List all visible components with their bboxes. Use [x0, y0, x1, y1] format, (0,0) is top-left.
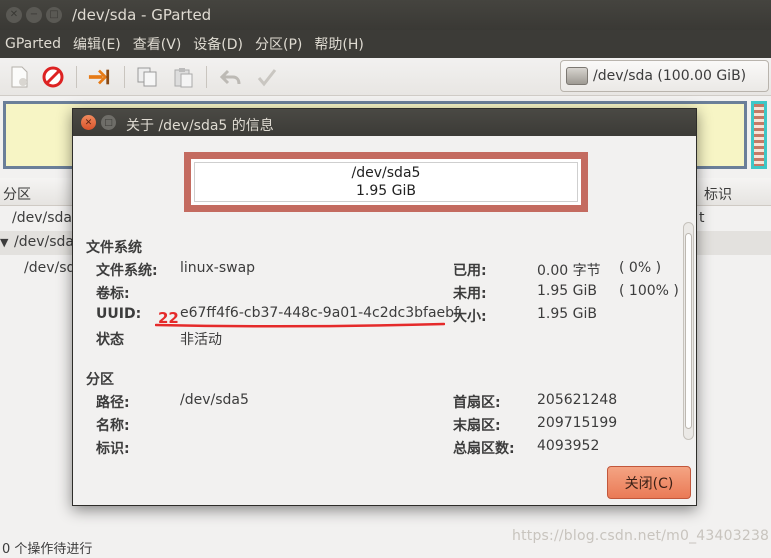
harddisk-icon [566, 67, 588, 85]
last-sector-value: 209715199 [537, 415, 618, 431]
unused-value: 1.95 GiB [537, 283, 597, 299]
dialog-close-icon[interactable]: ✕ [81, 115, 96, 130]
total-sectors-label: 总扇区数: [453, 441, 515, 457]
row-partition-name: /dev/sda [12, 210, 72, 226]
name-label: 名称: [96, 418, 130, 434]
undo-icon[interactable] [220, 66, 242, 88]
window-title: /dev/sda - GParted [72, 6, 212, 24]
path-value: /dev/sda5 [180, 392, 249, 408]
unused-label: 未用: [453, 286, 487, 302]
window-close-button[interactable]: ✕ [6, 7, 22, 23]
paste-icon[interactable] [172, 66, 194, 88]
menu-view[interactable]: 查看(V) [128, 34, 189, 54]
window-minimize-button[interactable]: − [26, 7, 42, 23]
scrollbar-thumb[interactable] [685, 233, 692, 429]
fs-label: 文件系统: [96, 263, 158, 279]
partition-info-dialog: ✕ □ 关于 /dev/sda5 的信息 /dev/sda5 1.95 GiB … [72, 108, 697, 506]
apply-icon[interactable] [256, 66, 278, 88]
partition-visual-name: /dev/sda5 [351, 165, 421, 181]
dialog-scrollbar[interactable] [683, 222, 694, 440]
used-label: 已用: [453, 263, 487, 279]
partition-visual: /dev/sda5 1.95 GiB [184, 152, 588, 212]
new-icon[interactable] [8, 66, 30, 88]
fs-value: linux-swap [180, 260, 256, 276]
state-value: 非活动 [180, 332, 222, 348]
flags-label: 标识: [96, 441, 130, 457]
dialog-maximize-icon[interactable]: □ [101, 115, 116, 130]
volume-label-label: 卷标: [96, 286, 130, 302]
partition-visual-size: 1.95 GiB [356, 183, 416, 199]
size-value: 1.95 GiB [537, 306, 597, 322]
dialog-title: 关于 /dev/sda5 的信息 [126, 118, 274, 134]
copy-icon[interactable] [136, 66, 158, 88]
uuid-value: e67ff4f6-cb37-448c-9a01-4c2dc3bfaebf [180, 305, 459, 321]
menubar: GParted 编辑(E) 查看(V) 设备(D) 分区(P) 帮助(H) [0, 30, 771, 58]
size-label: 大小: [453, 309, 487, 325]
uuid-label: UUID: [96, 306, 142, 322]
window-maximize-button[interactable]: □ [46, 7, 62, 23]
watermark: https://blog.csdn.net/m0_43403238 [512, 528, 770, 544]
menu-device[interactable]: 设备(D) [188, 34, 250, 54]
close-button[interactable]: 关闭(C) [607, 466, 691, 499]
column-flags[interactable]: 标识 [704, 184, 732, 204]
path-label: 路径: [96, 395, 130, 411]
device-selector-label: /dev/sda (100.00 GiB) [593, 68, 747, 84]
resize-move-icon[interactable] [88, 66, 110, 88]
first-sector-label: 首扇区: [453, 395, 501, 411]
column-partition[interactable]: 分区 [3, 184, 31, 204]
menu-gparted[interactable]: GParted [0, 36, 68, 52]
row-tail: t [699, 210, 705, 226]
window-titlebar: ✕ − □ /dev/sda - GParted [0, 0, 771, 30]
row-partition-name: /dev/sda [14, 234, 74, 250]
delete-icon[interactable] [42, 66, 64, 88]
menu-edit[interactable]: 编辑(E) [68, 34, 128, 54]
status-text: 0 个操作待进行 [2, 542, 93, 557]
used-percent: ( 0% ) [619, 260, 662, 276]
menu-help[interactable]: 帮助(H) [309, 34, 370, 54]
used-value: 0.00 字节 [537, 263, 601, 279]
state-label: 状态 [96, 332, 124, 348]
total-sectors-value: 4093952 [537, 438, 600, 454]
unused-percent: ( 100% ) [619, 283, 679, 299]
menu-partition[interactable]: 分区(P) [250, 34, 309, 54]
device-selector[interactable]: /dev/sda (100.00 GiB) [560, 60, 769, 92]
last-sector-label: 末扇区: [453, 418, 501, 434]
dialog-titlebar: ✕ □ 关于 /dev/sda5 的信息 [73, 109, 696, 136]
partition-graph-swap[interactable] [751, 101, 767, 169]
expander-icon[interactable]: ▼ [0, 236, 8, 249]
annotation-underline [155, 322, 445, 328]
row-partition-name: /dev/sd [24, 260, 76, 276]
filesystem-section-heading: 文件系统 [86, 240, 142, 256]
partition-section-heading: 分区 [86, 372, 114, 388]
first-sector-value: 205621248 [537, 392, 618, 408]
